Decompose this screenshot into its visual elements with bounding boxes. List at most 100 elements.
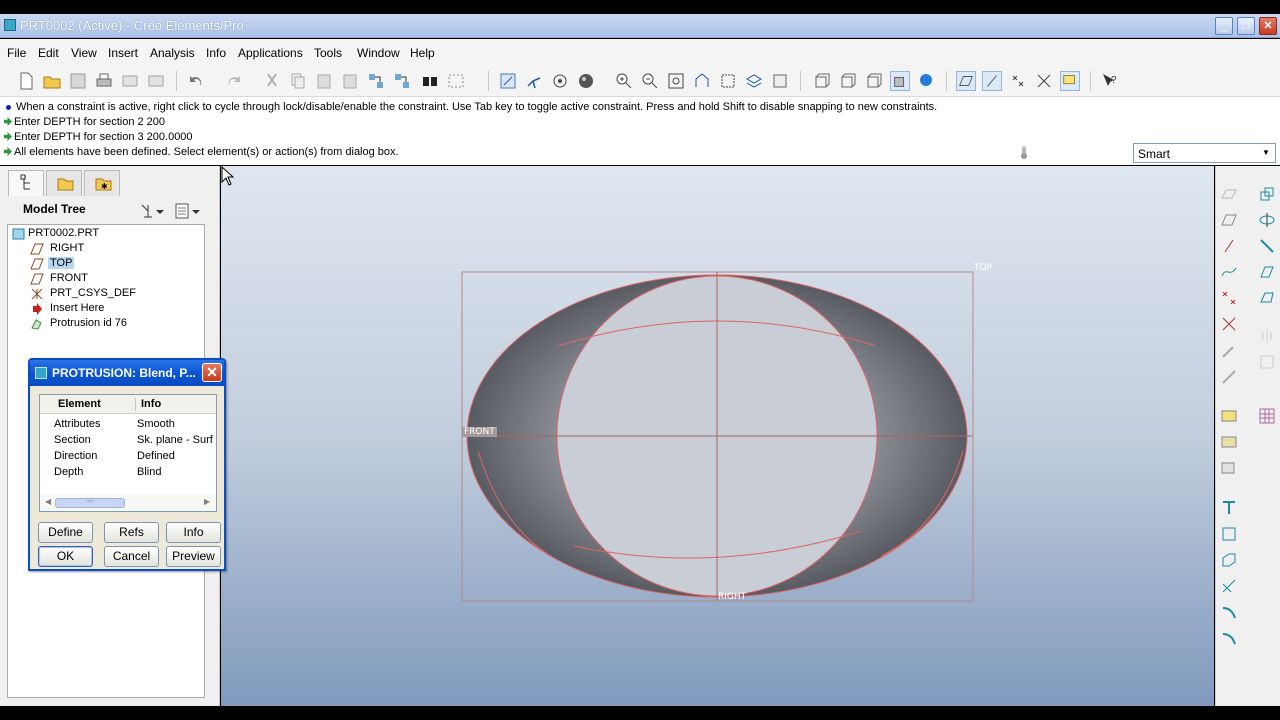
shell-tool-icon[interactable]	[1219, 432, 1239, 452]
show-menu-icon[interactable]	[174, 202, 202, 220]
menu-info[interactable]: Info	[206, 46, 226, 60]
axis-tool-icon[interactable]	[1219, 236, 1239, 256]
menu-applications[interactable]: Applications	[238, 46, 303, 60]
layers-icon[interactable]	[744, 71, 764, 91]
plane-icon[interactable]	[1219, 210, 1239, 230]
select-box-icon[interactable]	[446, 71, 466, 91]
save-icon[interactable]	[68, 71, 88, 91]
context-help-icon[interactable]: ?	[1100, 71, 1120, 91]
chamfer-tool-icon[interactable]	[1219, 550, 1239, 570]
chevron-down-icon[interactable]: ▼	[1259, 146, 1273, 160]
print-icon[interactable]	[94, 71, 114, 91]
paste-special-icon[interactable]	[340, 71, 360, 91]
settings-tools-icon[interactable]	[138, 202, 166, 220]
datum-plane-tool-icon[interactable]	[1219, 184, 1239, 204]
scroll-right-icon[interactable]: ▶	[204, 497, 210, 506]
close-button[interactable]: ✕	[1259, 17, 1277, 35]
merge-tool-icon[interactable]	[1257, 352, 1277, 372]
blend-tool-icon[interactable]	[1257, 262, 1277, 282]
selection-filter-dropdown[interactable]: Smart ▼	[1133, 143, 1276, 163]
hidden-line-icon[interactable]	[838, 71, 858, 91]
offset-tool-icon[interactable]	[1219, 602, 1239, 622]
view-manager-icon[interactable]	[770, 71, 790, 91]
extrude-tool-icon[interactable]	[1257, 184, 1277, 204]
tab-favorites[interactable]: ✱	[84, 170, 120, 196]
menu-file[interactable]: File	[7, 46, 26, 60]
curve-tool-icon[interactable]	[1219, 262, 1239, 282]
menu-help[interactable]: Help	[410, 46, 435, 60]
wireframe-icon[interactable]	[812, 71, 832, 91]
orient-mode-icon[interactable]	[550, 71, 570, 91]
tab-folder-browser[interactable]	[46, 170, 82, 196]
redo-icon[interactable]	[224, 71, 244, 91]
sweep-tool-icon[interactable]	[1257, 236, 1277, 256]
point-tool-icon[interactable]	[1219, 288, 1239, 308]
csys-tool-icon[interactable]	[1219, 314, 1239, 334]
repaint-icon[interactable]	[498, 71, 518, 91]
refit-icon[interactable]	[666, 71, 686, 91]
datum-axes-icon[interactable]	[982, 71, 1002, 91]
send-link-icon[interactable]	[146, 71, 166, 91]
maximize-button[interactable]: □	[1237, 17, 1255, 35]
menu-window[interactable]: Window	[357, 46, 400, 60]
coordinate-systems-icon[interactable]	[1034, 71, 1054, 91]
reorient-icon[interactable]	[692, 71, 712, 91]
refs-button[interactable]: Refs	[104, 522, 159, 543]
rib-tool-icon[interactable]	[1219, 458, 1239, 478]
horizontal-scrollbar[interactable]: ◀ ▫▫▫ ▶	[40, 494, 216, 511]
datum-planes-icon[interactable]	[956, 71, 976, 91]
menu-edit[interactable]: Edit	[38, 46, 59, 60]
pattern-tool-icon[interactable]	[1257, 406, 1277, 426]
minimize-button[interactable]: _	[1215, 17, 1233, 35]
info-button[interactable]: Info	[166, 522, 221, 543]
table-row[interactable]: Attributes Smooth	[40, 417, 216, 433]
display-style-icon[interactable]	[576, 71, 596, 91]
regenerate-icon[interactable]	[366, 71, 386, 91]
spin-center-icon[interactable]	[524, 71, 544, 91]
round-tool-icon[interactable]	[1219, 524, 1239, 544]
no-hidden-icon[interactable]	[864, 71, 884, 91]
shading-icon[interactable]	[890, 71, 910, 91]
regen-manager-icon[interactable]	[392, 71, 412, 91]
zoom-in-icon[interactable]	[614, 71, 634, 91]
undo-icon[interactable]	[186, 71, 206, 91]
trim-tool-icon[interactable]	[1219, 576, 1239, 596]
define-button[interactable]: Define	[38, 522, 93, 543]
preview-button[interactable]: Preview	[166, 546, 221, 567]
mirror-tool-icon[interactable]	[1257, 326, 1277, 346]
enhanced-realism-icon[interactable]	[916, 71, 936, 91]
datum-points-icon[interactable]	[1008, 71, 1028, 91]
tab-model-tree[interactable]	[8, 170, 44, 196]
menu-analysis[interactable]: Analysis	[150, 46, 195, 60]
thicken-tool-icon[interactable]	[1219, 628, 1239, 648]
sketch-tool-icon[interactable]	[1219, 341, 1239, 361]
graphics-window[interactable]: TOP FRONT RIGHT	[221, 166, 1214, 706]
open-folder-icon[interactable]	[42, 71, 62, 91]
analysis-tool-icon[interactable]	[1219, 367, 1239, 387]
hole-tool-icon[interactable]	[1219, 406, 1239, 426]
scrollbar-thumb[interactable]: ▫▫▫	[55, 498, 125, 508]
boundary-tool-icon[interactable]	[1257, 288, 1277, 308]
find-icon[interactable]	[420, 71, 440, 91]
saved-views-icon[interactable]	[718, 71, 738, 91]
send-mail-icon[interactable]	[120, 71, 140, 91]
copy-icon[interactable]	[288, 71, 308, 91]
annotations-icon[interactable]	[1060, 71, 1080, 91]
menu-view[interactable]: View	[71, 46, 97, 60]
new-file-icon[interactable]	[16, 71, 36, 91]
draft-tool-icon[interactable]	[1219, 498, 1239, 518]
table-row[interactable]: Section Sk. plane - Surf	[40, 433, 216, 449]
paste-icon[interactable]	[314, 71, 334, 91]
zoom-out-icon[interactable]	[640, 71, 660, 91]
table-row[interactable]: Direction Defined	[40, 449, 216, 465]
scroll-left-icon[interactable]: ◀	[45, 497, 51, 506]
menu-insert[interactable]: Insert	[108, 46, 138, 60]
cut-icon[interactable]	[262, 71, 282, 91]
ok-button[interactable]: OK	[38, 546, 93, 567]
cancel-button[interactable]: Cancel	[104, 546, 159, 567]
dialog-close-button[interactable]: ✕	[202, 363, 222, 382]
revolve-tool-icon[interactable]	[1257, 210, 1277, 230]
table-row[interactable]: Depth Blind	[40, 465, 216, 481]
menu-tools[interactable]: Tools	[314, 46, 342, 60]
dialog-titlebar[interactable]: PROTRUSION: Blend, P... ✕	[30, 360, 224, 386]
